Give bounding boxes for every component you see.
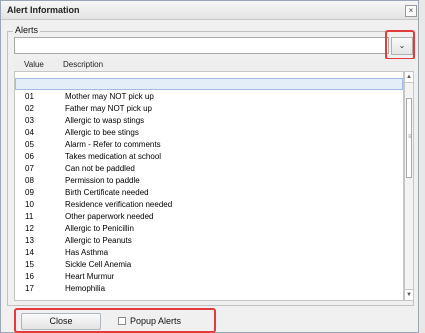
scroll-down-icon[interactable]: ▼	[405, 289, 413, 300]
table-row[interactable]: 04 Allergic to bee stings	[15, 126, 403, 138]
alerts-list[interactable]: 01 Mother may NOT pick up 02 Father may NOT…	[14, 71, 404, 301]
row-value: 07	[25, 164, 34, 173]
row-value: 17	[25, 284, 34, 293]
table-row[interactable]: 15 Sickle Cell Anemia	[15, 258, 403, 270]
table-row[interactable]: 07 Can not be paddled	[15, 162, 403, 174]
table-row[interactable]: 10 Residence verification needed	[15, 198, 403, 210]
table-row[interactable]: 14 Has Asthma	[15, 246, 403, 258]
dialog-titlebar: Alert Information ×	[1, 1, 418, 20]
row-description: Allergic to bee stings	[65, 128, 139, 137]
row-description: Permission to paddle	[65, 176, 140, 185]
row-description: Has Asthma	[65, 248, 109, 257]
row-description: Takes medication at school	[65, 152, 162, 161]
row-value: 03	[25, 116, 34, 125]
row-value: 05	[25, 140, 34, 149]
row-value: 11	[25, 212, 34, 221]
table-row[interactable]	[15, 78, 403, 90]
row-value: 15	[25, 260, 34, 269]
row-value: 02	[25, 104, 34, 113]
scroll-thumb[interactable]: ≡	[406, 98, 412, 178]
row-value: 06	[25, 152, 34, 161]
annotation-highlight-footer	[14, 308, 216, 333]
scroll-up-icon[interactable]: ▲	[405, 72, 413, 83]
table-row[interactable]: 17 Hemophilia	[15, 282, 403, 294]
alerts-legend: Alerts	[13, 25, 41, 35]
table-row[interactable]: 12 Allergic to Penicillin	[15, 222, 403, 234]
table-row[interactable]: 13 Allergic to Peanuts	[15, 234, 403, 246]
alert-information-dialog: Alert Information × Alerts ⌄ Value Descr…	[0, 0, 419, 333]
table-row[interactable]: 02 Father may NOT pick up	[15, 102, 403, 114]
row-value: 12	[25, 224, 34, 233]
row-description: Hemophilia	[65, 284, 106, 293]
row-description: Father may NOT pick up	[65, 104, 152, 113]
row-description: Sickle Cell Anemia	[65, 260, 132, 269]
table-row[interactable]: 09 Birth Certificate needed	[15, 186, 403, 198]
row-value: 01	[25, 92, 34, 101]
close-icon[interactable]: ×	[405, 5, 417, 17]
list-scrollbar[interactable]: ▲ ≡ ▼	[404, 71, 414, 301]
row-value: 04	[25, 128, 34, 137]
row-description: Can not be paddled	[65, 164, 135, 173]
row-value: 14	[25, 248, 34, 257]
row-description: Other paperwork needed	[65, 212, 154, 221]
table-row[interactable]: 11 Other paperwork needed	[15, 210, 403, 222]
row-value: 09	[25, 188, 34, 197]
background-window-edge	[419, 0, 425, 333]
row-value: 16	[25, 272, 34, 281]
table-row[interactable]: 16 Heart Murmur	[15, 270, 403, 282]
column-header-value[interactable]: Value	[24, 60, 44, 69]
row-description: Birth Certificate needed	[65, 188, 149, 197]
row-description: Residence verification needed	[65, 200, 173, 209]
annotation-highlight-dropdown	[385, 30, 415, 60]
row-value: 10	[25, 200, 34, 209]
table-row[interactable]: 01 Mother may NOT pick up	[15, 90, 403, 102]
row-description: Mother may NOT pick up	[65, 92, 154, 101]
grip-icon: ≡	[408, 134, 412, 140]
table-row[interactable]: 06 Takes medication at school	[15, 150, 403, 162]
row-value: 08	[25, 176, 34, 185]
dialog-title: Alert Information	[7, 5, 80, 15]
row-description: Allergic to Peanuts	[65, 236, 132, 245]
row-value: 13	[25, 236, 34, 245]
row-description: Heart Murmur	[65, 272, 115, 281]
table-row[interactable]: 03 Allergic to wasp stings	[15, 114, 403, 126]
row-description: Allergic to wasp stings	[65, 116, 145, 125]
table-row[interactable]: 08 Permission to paddle	[15, 174, 403, 186]
table-row[interactable]: 05 Alarm - Refer to comments	[15, 138, 403, 150]
column-header-description[interactable]: Description	[63, 60, 103, 69]
row-description: Alarm - Refer to comments	[65, 140, 161, 149]
row-description: Allergic to Penicillin	[65, 224, 134, 233]
alert-select-input[interactable]	[14, 37, 389, 54]
